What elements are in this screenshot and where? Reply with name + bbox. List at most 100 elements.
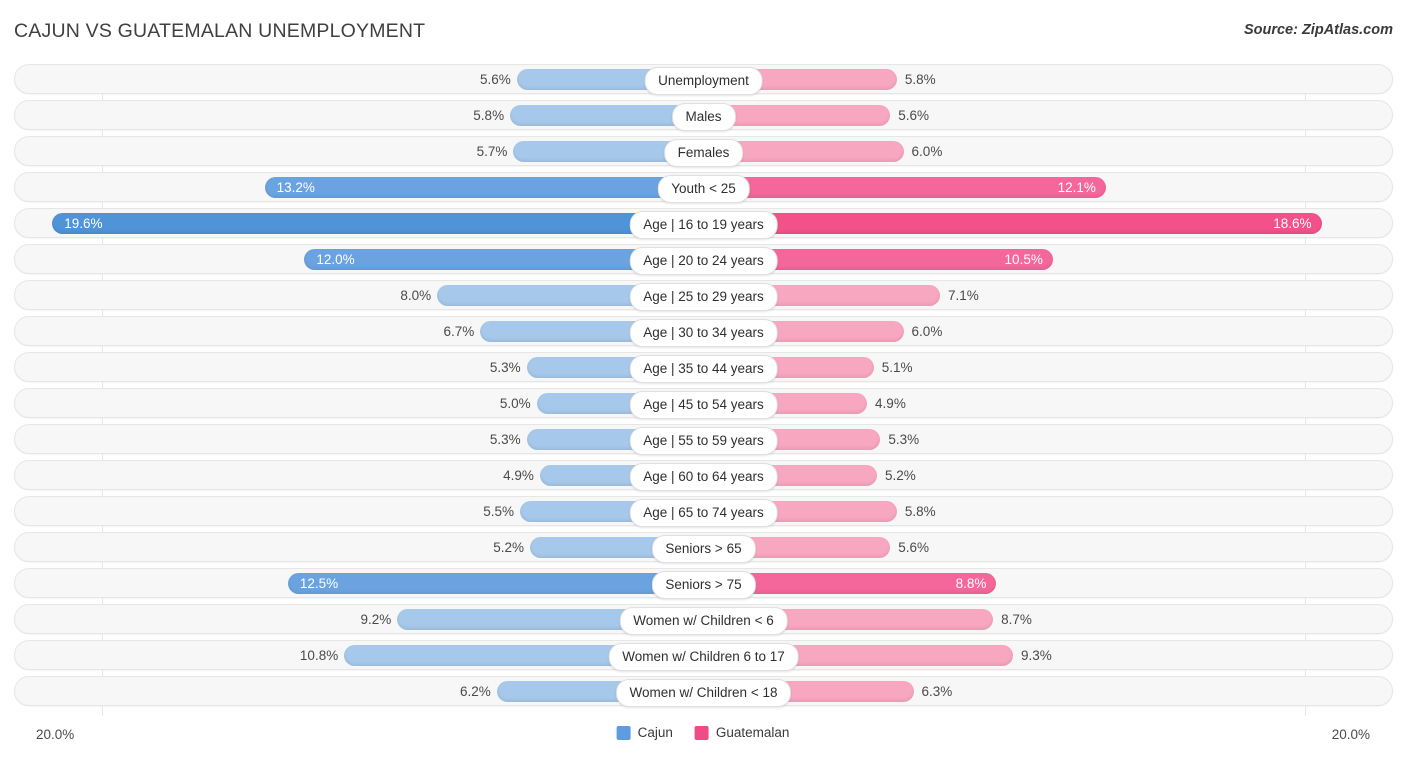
value-label-guatemalan: 5.8% [904,72,936,87]
row-inner: 12.0% 10.5% Age | 20 to 24 years [15,245,1392,275]
value-label-cajun: 5.0% [499,396,531,411]
chart-root: CAJUN VS GUATEMALAN UNEMPLOYMENT Source:… [0,0,1406,757]
value-label-guatemalan: 12.1% [1057,180,1096,195]
category-label: Age | 30 to 34 years [629,319,778,347]
value-label-cajun: 5.6% [479,72,511,87]
chart-row[interactable]: 5.8% 5.6% Males [14,100,1393,131]
chart-row[interactable]: 9.2% 8.7% Women w/ Children < 6 [14,604,1393,635]
value-label-cajun: 6.2% [460,684,491,699]
value-label-cajun: 10.8% [299,648,339,663]
source-attribution: Source: ZipAtlas.com [1243,22,1393,38]
row-inner: 5.2% 5.6% Seniors > 65 [15,533,1392,563]
row-inner: 5.7% 6.0% Females [15,137,1392,167]
value-label-cajun: 4.9% [503,468,534,483]
value-label-guatemalan: 5.1% [881,360,913,375]
legend-item[interactable]: Cajun [616,725,673,740]
category-label: Youth < 25 [657,175,750,203]
category-label: Unemployment [644,67,763,95]
value-label-guatemalan: 18.6% [1273,216,1312,231]
value-label-guatemalan: 8.8% [955,576,987,591]
chart-row[interactable]: 6.7% 6.0% Age | 30 to 34 years [14,316,1393,347]
bar-guatemalan [704,213,1322,234]
row-inner: 5.0% 4.9% Age | 45 to 54 years [15,389,1392,419]
category-label: Males [671,103,736,131]
chart-row[interactable]: 8.0% 7.1% Age | 25 to 29 years [14,280,1393,311]
legend-label: Guatemalan [715,725,790,740]
value-label-guatemalan: 5.8% [904,504,936,519]
chart-row[interactable]: 6.2% 6.3% Women w/ Children < 18 [14,676,1393,707]
value-label-cajun: 9.2% [360,612,392,627]
value-label-guatemalan: 9.3% [1021,648,1052,663]
value-label-guatemalan: 5.3% [888,432,920,447]
chart-row[interactable]: 5.3% 5.1% Age | 35 to 44 years [14,352,1393,383]
chart-row[interactable]: 13.2% 12.1% Youth < 25 [14,172,1393,203]
category-label: Age | 16 to 19 years [629,211,778,239]
diverging-bar-plot: 5.6% 5.8% Unemployment 5.8% 5.6% Males 5.7% 6.0… [14,64,1393,716]
chart-row[interactable]: 5.5% 5.8% Age | 65 to 74 years [14,496,1393,527]
legend-swatch-icon [694,725,709,740]
row-inner: 9.2% 8.7% Women w/ Children < 6 [15,605,1392,635]
legend-swatch-icon [616,725,631,740]
value-label-cajun: 6.7% [443,324,475,339]
row-inner: 10.8% 9.3% Women w/ Children 6 to 17 [15,641,1392,671]
chart-row[interactable]: 5.0% 4.9% Age | 45 to 54 years [14,388,1393,419]
category-label: Seniors > 75 [651,571,756,599]
value-label-guatemalan: 6.0% [911,144,943,159]
category-label: Females [663,139,744,167]
category-label: Age | 55 to 59 years [629,427,778,455]
chart-row[interactable]: 12.5% 8.8% Seniors > 75 [14,568,1393,599]
category-label: Seniors > 65 [651,535,756,563]
chart-legend: Cajun Guatemalan [616,725,790,740]
value-label-cajun: 5.8% [473,108,505,123]
row-inner: 13.2% 12.1% Youth < 25 [15,173,1392,203]
chart-row[interactable]: 10.8% 9.3% Women w/ Children 6 to 17 [14,640,1393,671]
value-label-cajun: 19.6% [64,216,103,231]
category-label: Women w/ Children < 6 [619,607,788,635]
chart-row[interactable]: 5.6% 5.8% Unemployment [14,64,1393,95]
chart-footer: 20.0% 20.0% Cajun Guatemalan [0,716,1406,757]
category-label: Age | 45 to 54 years [629,391,778,419]
axis-label-right-max: 20.0% [1331,727,1370,742]
chart-row[interactable]: 5.7% 6.0% Females [14,136,1393,167]
row-inner: 5.6% 5.8% Unemployment [15,65,1392,95]
category-label: Women w/ Children 6 to 17 [608,643,799,671]
row-inner: 19.6% 18.6% Age | 16 to 19 years [15,209,1392,239]
value-label-cajun: 5.2% [493,540,524,555]
value-label-cajun: 5.7% [476,144,508,159]
value-label-cajun: 12.5% [299,576,339,591]
legend-label: Cajun [637,725,673,740]
value-label-guatemalan: 5.6% [898,540,930,555]
page-title: CAJUN VS GUATEMALAN UNEMPLOYMENT [14,20,426,42]
chart-header: CAJUN VS GUATEMALAN UNEMPLOYMENT Source:… [0,0,1406,62]
row-inner: 6.2% 6.3% Women w/ Children < 18 [15,677,1392,707]
value-label-guatemalan: 5.6% [898,108,930,123]
category-label: Age | 35 to 44 years [629,355,778,383]
row-inner: 5.3% 5.3% Age | 55 to 59 years [15,425,1392,455]
value-label-cajun: 5.5% [483,504,515,519]
category-label: Age | 25 to 29 years [629,283,778,311]
value-label-cajun: 12.0% [316,252,355,267]
row-inner: 5.8% 5.6% Males [15,101,1392,131]
chart-row[interactable]: 5.3% 5.3% Age | 55 to 59 years [14,424,1393,455]
axis-label-left-max: 20.0% [36,727,75,742]
value-label-cajun: 5.3% [489,360,521,375]
legend-item[interactable]: Guatemalan [694,725,790,740]
chart-row[interactable]: 19.6% 18.6% Age | 16 to 19 years [14,208,1393,239]
value-label-cajun: 5.3% [489,432,521,447]
bar-cajun [52,213,703,234]
row-inner: 5.3% 5.1% Age | 35 to 44 years [15,353,1392,383]
row-inner: 4.9% 5.2% Age | 60 to 64 years [15,461,1392,491]
row-inner: 5.5% 5.8% Age | 65 to 74 years [15,497,1392,527]
value-label-cajun: 13.2% [276,180,315,195]
chart-row[interactable]: 4.9% 5.2% Age | 60 to 64 years [14,460,1393,491]
category-label: Age | 60 to 64 years [629,463,778,491]
value-label-guatemalan: 6.0% [911,324,943,339]
chart-row[interactable]: 5.2% 5.6% Seniors > 65 [14,532,1393,563]
value-label-guatemalan: 6.3% [921,684,953,699]
category-label: Age | 65 to 74 years [629,499,778,527]
row-inner: 6.7% 6.0% Age | 30 to 34 years [15,317,1392,347]
value-label-guatemalan: 5.2% [885,468,916,483]
row-inner: 12.5% 8.8% Seniors > 75 [15,569,1392,599]
value-label-guatemalan: 4.9% [875,396,906,411]
chart-row[interactable]: 12.0% 10.5% Age | 20 to 24 years [14,244,1393,275]
